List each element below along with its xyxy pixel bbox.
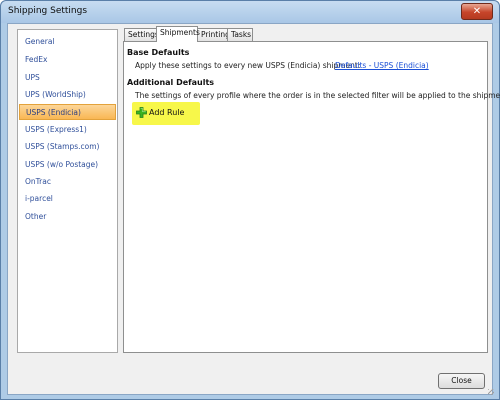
sidebar-item-usps-wo-postage[interactable]: USPS (w/o Postage) [19,157,116,173]
sidebar-item-ontrac[interactable]: OnTrac [19,174,116,190]
window-close-button[interactable]: ✕ [461,3,493,20]
sidebar-item-ups[interactable]: UPS [19,70,116,86]
sidebar-item-other[interactable]: Other [19,209,116,225]
tab-printing[interactable]: Printing [197,28,230,41]
sidebar-item-general[interactable]: General [19,34,116,50]
window-title: Shipping Settings [8,6,88,16]
shipping-settings-window: Shipping Settings ✕ General FedEx UPS UP… [0,0,500,400]
tab-shipments[interactable]: Shipments [156,26,200,42]
base-defaults-heading: Base Defaults [127,48,190,57]
base-defaults-description: Apply these settings to every new USPS (… [135,61,361,70]
add-rule-label: Add Rule [149,108,185,117]
plus-icon [136,107,147,118]
sidebar-item-i-parcel[interactable]: i-parcel [19,191,116,207]
sidebar-item-usps-endicia[interactable]: USPS (Endicia) [19,104,116,120]
defaults-usps-endicia-link[interactable]: Defaults - USPS (Endicia) [335,61,429,70]
tab-tasks[interactable]: Tasks [227,28,253,41]
title-bar[interactable]: Shipping Settings ✕ [1,1,499,23]
additional-defaults-description: The settings of every profile where the … [135,91,500,100]
additional-defaults-heading: Additional Defaults [127,78,215,87]
sidebar-item-fedex[interactable]: FedEx [19,52,116,68]
sidebar-item-usps-express1[interactable]: USPS (Express1) [19,122,116,138]
sidebar-item-usps-stamps[interactable]: USPS (Stamps.com) [19,139,116,155]
close-button[interactable]: Close [438,373,485,389]
carrier-list: General FedEx UPS UPS (WorldShip) USPS (… [17,29,118,353]
tab-settings[interactable]: Settings [124,28,159,41]
sidebar-item-ups-worldship[interactable]: UPS (WorldShip) [19,87,116,103]
resize-grip-icon[interactable] [488,389,494,395]
close-icon: ✕ [472,6,482,17]
dialog-body: General FedEx UPS UPS (WorldShip) USPS (… [7,23,500,395]
add-rule-button[interactable]: Add Rule [132,102,200,125]
shipments-panel: Base Defaults Apply these settings to ev… [123,41,500,353]
